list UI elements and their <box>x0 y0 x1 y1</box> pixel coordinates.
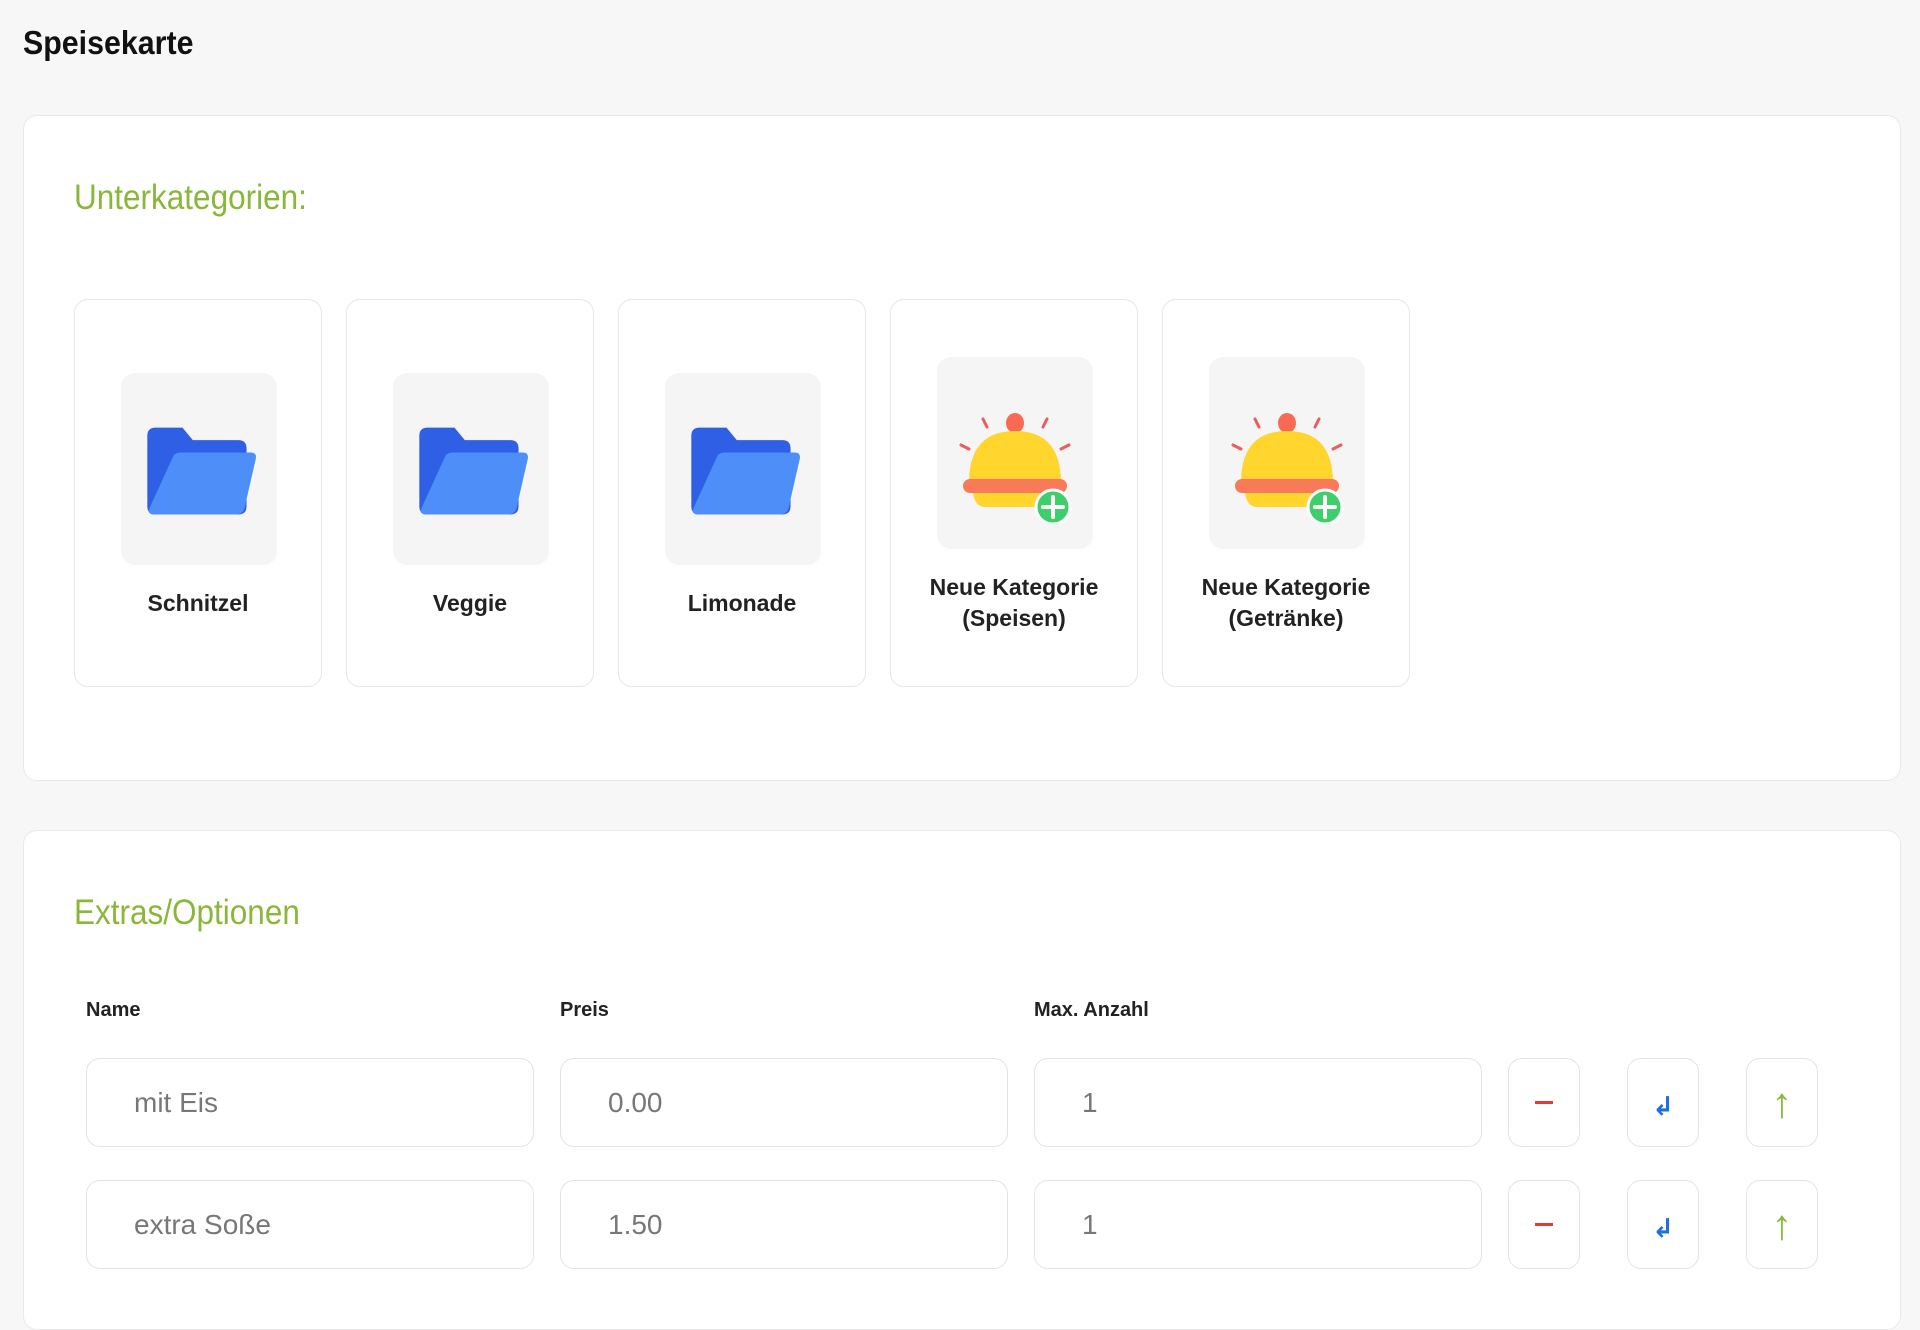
category-tile-veggie[interactable]: Veggie <box>346 299 594 687</box>
extra-row: extra Soße 1.50 1 ↲ ↑ <box>86 1180 1818 1269</box>
remove-row-button[interactable] <box>1508 1180 1580 1269</box>
remove-row-button[interactable] <box>1508 1058 1580 1147</box>
extra-name-field[interactable]: extra Soße <box>86 1180 534 1269</box>
label-line: (Speisen) <box>962 605 1066 631</box>
new-category-drinks-tile[interactable]: Neue Kategorie (Getränke) <box>1162 299 1410 687</box>
minus-icon <box>1535 1101 1553 1104</box>
folder-icon <box>393 373 549 565</box>
extras-card: Extras/Optionen Name Preis Max. Anzahl m… <box>23 830 1901 1330</box>
label-line: (Getränke) <box>1228 605 1344 631</box>
category-tile-limonade[interactable]: Limonade <box>618 299 866 687</box>
page-title: Speisekarte <box>23 24 194 61</box>
column-header-name: Name <box>86 999 141 1021</box>
enter-arrow-icon: ↲ <box>1652 1212 1674 1243</box>
label-line: Neue Kategorie <box>1201 574 1371 600</box>
cloche-add-icon <box>937 357 1093 549</box>
extra-max-field[interactable]: 1 <box>1034 1180 1482 1269</box>
subcategories-card: Unterkategorien: Schnitzel Veggie Limona… <box>23 115 1901 781</box>
folder-icon <box>121 373 277 565</box>
arrow-up-icon: ↑ <box>1771 1078 1793 1126</box>
extra-price-field[interactable]: 1.50 <box>560 1180 1008 1269</box>
folder-icon <box>665 373 821 565</box>
move-up-button[interactable]: ↑ <box>1746 1058 1818 1147</box>
extra-max-field[interactable]: 1 <box>1034 1058 1482 1147</box>
extra-price-field[interactable]: 0.00 <box>560 1058 1008 1147</box>
extra-row: mit Eis 0.00 1 ↲ ↑ <box>86 1058 1818 1147</box>
enter-arrow-icon: ↲ <box>1652 1090 1674 1121</box>
extra-name-field[interactable]: mit Eis <box>86 1058 534 1147</box>
new-category-label: Neue Kategorie (Getränke) <box>1163 572 1409 634</box>
category-tile-schnitzel[interactable]: Schnitzel <box>74 299 322 687</box>
category-label: Veggie <box>432 590 508 616</box>
category-label: Schnitzel <box>147 590 249 616</box>
subcategory-tiles: Schnitzel Veggie Limonade Neue Kategorie… <box>74 299 1410 687</box>
enter-row-button[interactable]: ↲ <box>1627 1180 1699 1269</box>
subcategories-heading: Unterkategorien: <box>74 178 307 217</box>
category-label: Limonade <box>687 590 797 616</box>
new-category-label: Neue Kategorie (Speisen) <box>891 572 1137 634</box>
enter-row-button[interactable]: ↲ <box>1627 1058 1699 1147</box>
cloche-add-icon <box>1209 357 1365 549</box>
label-line: Neue Kategorie <box>929 574 1099 600</box>
column-header-max: Max. Anzahl <box>1034 999 1149 1021</box>
move-up-button[interactable]: ↑ <box>1746 1180 1818 1269</box>
extras-heading: Extras/Optionen <box>74 893 300 932</box>
minus-icon <box>1535 1223 1553 1226</box>
column-header-price: Preis <box>560 999 609 1021</box>
new-category-food-tile[interactable]: Neue Kategorie (Speisen) <box>890 299 1138 687</box>
arrow-up-icon: ↑ <box>1771 1200 1793 1248</box>
